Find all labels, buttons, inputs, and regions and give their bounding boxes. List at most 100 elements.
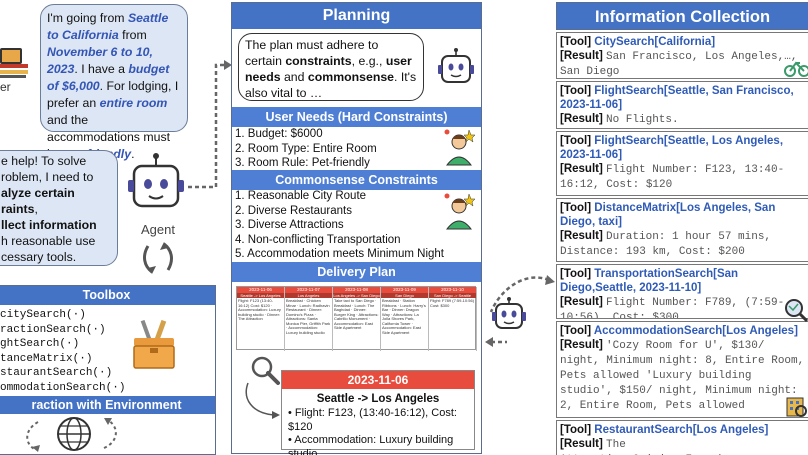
info-tool-label: [Tool] xyxy=(560,202,595,214)
toolbox-item: staurantSearch(·) xyxy=(0,367,113,379)
agent-reasoning-line: e help! To solve xyxy=(1,153,111,169)
mini-plan-text: Breakfast · Station Ribbons · Lunch: Har… xyxy=(382,298,426,335)
agent-reasoning-line-text: e help! To solve xyxy=(1,154,87,168)
user-query-segment: from xyxy=(118,28,147,42)
user-query-segment: I'm going from xyxy=(47,11,128,25)
info-title: Information Collection xyxy=(556,2,808,30)
info-result-label: [Result] xyxy=(560,50,606,62)
info-tool-label: [Tool] xyxy=(560,36,595,48)
plan-detail-items: • Flight: F123, (13:40-16:12), Cost: $12… xyxy=(282,407,474,455)
planning-bubble-segment: , e.g., xyxy=(351,54,386,68)
zoom-arrow xyxy=(242,381,282,421)
info-tool-line: [Tool] TransportationSearch[San Diego,Se… xyxy=(560,267,805,295)
user-need-item: 3. Room Rule: Pet-friendly xyxy=(235,157,370,169)
info-result-line: [Result] Duration: 1 hour 57 mins, Dista… xyxy=(560,229,805,259)
agent-reasoning-line: h reasonable use xyxy=(1,233,111,249)
agent-to-planning-arrow xyxy=(186,55,232,191)
agent-reasoning-line: llect information xyxy=(1,217,111,233)
info-collection-item: [Tool] FlightSearch[Seattle, Los Angeles… xyxy=(556,131,808,196)
environment-title: raction with Environment xyxy=(0,396,215,414)
info-tool-label: [Tool] xyxy=(560,325,594,337)
globe-icon xyxy=(20,414,140,454)
agent-reasoning-suffix: , xyxy=(34,202,38,216)
mini-plan-text: Flight: F123 (13:40-16:12) Cost: $120 · … xyxy=(238,298,281,321)
planning-bubble: The plan must adhere to certain constrai… xyxy=(238,33,424,101)
info-collection-item: [Tool] DistanceMatrix[Los Angeles, San D… xyxy=(556,198,808,262)
info-tool-line: [Tool] CitySearch[California] xyxy=(560,35,805,49)
agent-reasoning-line-text: h reasonable use xyxy=(1,234,96,248)
info-result-line: [Result] No Flights. xyxy=(560,112,805,127)
toolbox-item: ghtSearch(·) xyxy=(0,338,80,350)
info-result-line: [Result] The Attraction,Cuisine:French,… xyxy=(560,437,805,455)
toolbox-item: tanceMatrix(·) xyxy=(0,352,93,365)
info-result-line: [Result] Flight Number: F789, (7:59-10:5… xyxy=(560,295,805,318)
person-icon xyxy=(442,127,476,167)
commonsense-item: 3. Diverse Attractions xyxy=(235,219,344,231)
user-query-text: I'm going from Seattle to California fro… xyxy=(47,11,178,161)
toolbox-item: ommodationSearch(·) xyxy=(0,381,126,394)
toolbox-title: Toolbox xyxy=(0,286,215,305)
agent-label: Agent xyxy=(141,222,175,237)
info-tool-label: [Tool] xyxy=(560,424,595,436)
agent-reasoning-line: alyze certain xyxy=(1,185,111,201)
mini-plan-day: 2023-11-06 Seattle -> Los Angeles Flight: … xyxy=(237,287,285,351)
info-result-value: No Flights. xyxy=(606,114,679,126)
planning-bubble-text: The plan must adhere to certain constrai… xyxy=(245,38,416,100)
mini-plan-day: 2023-11-10 San Diego -> Seattle Flight: F7… xyxy=(429,287,477,351)
mini-plan-day: 2023-11-09 San Diego Breakfast · Station R… xyxy=(381,287,429,351)
user-query-bubble: I'm going from Seattle to California fro… xyxy=(40,4,188,161)
agent-reasoning-line-text: roblem, I need to xyxy=(1,170,94,184)
info-result-label: [Result] xyxy=(560,163,606,175)
mini-plan-text: Flight: F789 (7:59-10:56) Cost: $300 xyxy=(430,298,475,308)
mini-plan-day: 2023-11-08 Los Angeles -> San Diego Take t… xyxy=(333,287,381,351)
delivery-plan-title: Delivery Plan xyxy=(232,262,481,282)
agent-reasoning-line-text: raints xyxy=(1,202,35,216)
info-result-label: [Result] xyxy=(560,230,606,242)
agent-reasoning-line-text: alyze certain xyxy=(1,186,75,200)
plan-detail-route: Seattle -> Los Angeles xyxy=(316,393,440,405)
mini-plan-day: 2023-11-07 Los Angeles Breakfast · Chicken… xyxy=(285,287,333,351)
agent-robot-icon xyxy=(124,152,188,218)
info-tool-label: [Tool] xyxy=(560,135,595,147)
commonsense-list: 1. Reasonable City Route 2. Diverse Resta… xyxy=(235,189,444,262)
info-tool-name: RestaurantSearch[Los Angeles] xyxy=(594,424,769,436)
info-tool-name: CitySearch[California] xyxy=(594,36,716,48)
user-query-segment: . I have a xyxy=(74,62,129,76)
mini-plan-text: Breakfast · Chicken Minar · Lunch: Radha… xyxy=(286,298,331,335)
toolbox-panel: Toolbox citySearch(·) ractionSearch(·) ght… xyxy=(0,285,216,455)
commonsense-item: 1. Reasonable City Route xyxy=(235,190,367,202)
info-tool-line: [Tool] FlightSearch[Seattle, San Francis… xyxy=(560,84,805,112)
info-robot-icon xyxy=(490,296,528,336)
info-tool-line: [Tool] AccommodationSearch[Los Angeles] xyxy=(560,324,805,338)
agent-reasoning-line: roblem, I need to xyxy=(1,169,111,185)
commonsense-title: Commonsense Constraints xyxy=(232,170,481,190)
person-icon-2 xyxy=(442,191,476,231)
info-result-line: [Result] Flight Number: F123, 13:40-16:1… xyxy=(560,162,805,192)
info-result-label: [Result] xyxy=(560,339,606,351)
plan-detail-card: 2023-11-06 Seattle -> Los Angeles • Flig… xyxy=(281,370,475,455)
user-needs-list: 1. Budget: $6000 2. Room Type: Entire Roo… xyxy=(235,127,377,171)
plan-detail-item: • Accommodation: Luxury building studio xyxy=(288,434,454,455)
info-collection-item: [Tool] FlightSearch[Seattle, San Francis… xyxy=(556,81,808,129)
info-result-label: [Result] xyxy=(560,438,606,450)
user-need-item: 1. Budget: $6000 xyxy=(235,128,323,140)
info-result-label: [Result] xyxy=(560,296,606,308)
info-tool-label: [Tool] xyxy=(560,85,595,97)
user-query-segment: entire room xyxy=(99,96,168,110)
info-collection-item: [Tool] CitySearch[California] [Result] Sa… xyxy=(556,32,808,79)
planning-bubble-segment: commonsense xyxy=(307,70,395,84)
mini-plan-table: 2023-11-06 Seattle -> Los Angeles Flight: … xyxy=(236,286,477,351)
agent-reasoning-line: raints, xyxy=(1,201,111,217)
plan-detail-date: 2023-11-06 xyxy=(282,371,474,389)
mini-plan-text: Take taxi to San Diego · Breakfast · Lun… xyxy=(334,298,379,330)
info-result-line: [Result] 'Cozy Room for U', $130/ night,… xyxy=(560,338,805,413)
toolbox-item: citySearch(·) xyxy=(0,309,86,321)
agent-reasoning-line-text: cessary tools. xyxy=(1,250,77,264)
info-tool-line: [Tool] FlightSearch[Seattle, Los Angeles… xyxy=(560,134,805,162)
toolbox-icon xyxy=(130,319,178,372)
planning-bubble-segment: constraints xyxy=(285,54,352,68)
planning-panel: Planning The plan must adhere to certain… xyxy=(231,2,482,455)
info-collection-item: [Tool] RestaurantSearch[Los Angeles] [Res… xyxy=(556,420,808,455)
info-collection-item: [Tool] AccommodationSearch[Los Angeles][… xyxy=(556,321,808,418)
commonsense-item: 2. Diverse Restaurants xyxy=(235,204,352,217)
